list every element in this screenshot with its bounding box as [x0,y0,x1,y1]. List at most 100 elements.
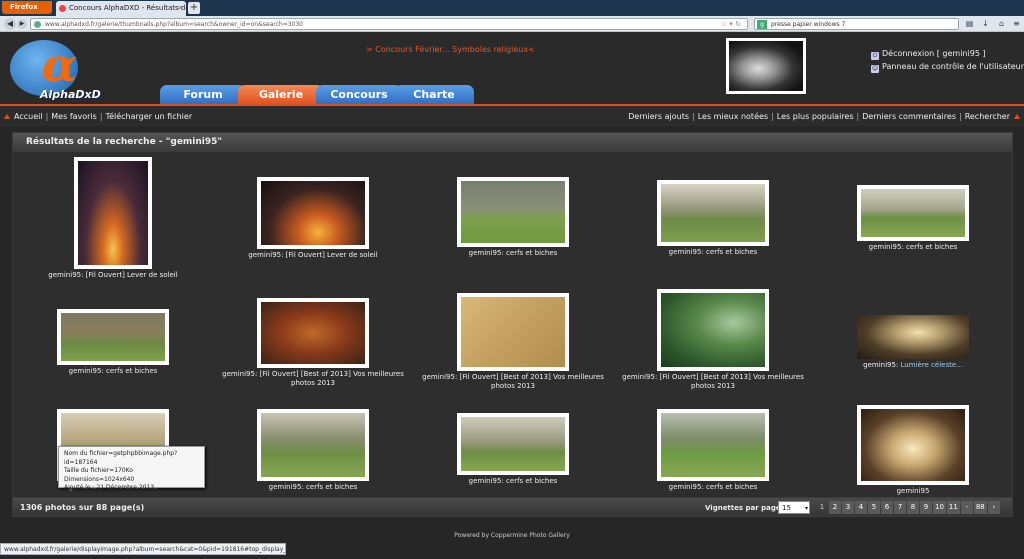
item-caption: gemini95: cerfs et biches [668,248,758,256]
page-link[interactable]: 7 [894,501,906,514]
gallery-item[interactable]: gemini95: cerfs et biches [813,185,1013,252]
thumbnail-image [661,293,765,367]
downloads-icon[interactable]: ↓ [980,19,991,29]
browser-tab[interactable]: Concours AlphaDXD - Résultats de la rec.… [56,1,186,16]
per-page-label: Vignettes par page [705,504,781,512]
triangle-right-icon [1014,114,1020,119]
status-bar: www.alphadxd.fr/galerie/displayimage.php… [0,543,286,555]
gallery-item[interactable]: gemini95: cerfs et biches [613,180,813,257]
user-links: ⏻ Déconnexion [ gemini95 ] ☺ Panneau de co… [871,47,1024,73]
site-logo[interactable]: α AlphaDxD [10,38,104,101]
control-panel-link[interactable]: ☺ Panneau de contrôle de l'utilisateur [871,60,1024,73]
thumbnail-image [261,413,365,477]
avatar-image [729,41,803,91]
page-link[interactable]: 11 [946,501,960,514]
page-link-last[interactable]: 88 [973,501,987,514]
page-gap: - [960,501,973,514]
url-bar[interactable]: www.alphadxd.fr/galerie/thumbnails.php?a… [30,18,748,30]
url-text: www.alphadxd.fr/galerie/thumbnails.php?a… [45,21,303,28]
thumbnail[interactable] [257,298,369,368]
back-icon[interactable]: ◀ [4,18,16,30]
page-link[interactable]: 10 [933,501,946,514]
thumbnail[interactable] [457,293,569,371]
control-panel-label: Panneau de contrôle de l'utilisateur [882,62,1024,71]
thumbnail[interactable] [657,180,769,246]
gallery-item[interactable]: gemini95: [Fil Ouvert] [Best of 2013] Vo… [613,289,813,391]
gallery-item[interactable]: gemini95: [Fil Ouvert] [Best of 2013] Vo… [213,298,413,388]
new-tab-button[interactable]: + [188,2,200,14]
tab-charte[interactable]: Charte [394,85,474,105]
thumbnail[interactable] [857,315,969,359]
page-link[interactable]: 2 [829,501,841,514]
gallery-item[interactable]: gemini95: [Fil Ouvert] [Best of 2013] Vo… [413,293,613,391]
menu-mieux-notees[interactable]: Les mieux notées [698,112,768,121]
menu-favoris[interactable]: Mes favoris [51,112,97,121]
pagination-bar: 1306 photos sur 88 page(s) Vignettes par… [12,497,1013,517]
gallery-item[interactable]: gemini95: cerfs et biches [13,309,213,376]
menu-derniers-commentaires[interactable]: Derniers commentaires [862,112,956,121]
logout-label: Déconnexion [ gemini95 ] [882,49,986,58]
next-page-icon[interactable]: › [987,501,1000,514]
gallery-item[interactable]: gemini95: cerfs et biches [613,409,813,492]
firefox-menu-button[interactable]: Firefox [2,1,52,14]
item-caption: gemini95: [Fil Ouvert] [Best of 2013] Vo… [422,373,604,390]
gallery-item[interactable]: gemini95 [813,405,1013,496]
thumbnail[interactable] [74,157,152,269]
gallery-item[interactable]: gemini95: cerfs et biches [413,413,613,486]
tab-galerie[interactable]: Galerie [238,85,324,105]
item-caption: gemini95: cerfs et biches [468,477,558,485]
thumbnail-image [661,184,765,242]
thumbnail[interactable] [657,289,769,371]
menu-populaires[interactable]: Les plus populaires [777,112,854,121]
per-page-value: 15 [782,504,791,512]
thumbnail[interactable] [257,409,369,481]
gallery-item[interactable]: gemini95: cerfs et biches [413,177,613,258]
menu-rechercher[interactable]: Rechercher [965,112,1010,121]
close-tab-icon[interactable]: × [177,1,183,16]
logo-alpha-symbol: α [42,38,78,92]
user-avatar[interactable] [726,38,806,94]
page-link[interactable]: 4 [855,501,867,514]
page-links: 1 2 3 4 5 6 7 8 9 10 11-88 › [816,501,1001,514]
url-actions-icons[interactable]: ☆ ▾ ↻ [721,19,741,29]
user-panel-icon: ☺ [871,65,879,73]
gallery-item[interactable]: gemini95: [Fil Ouvert] Lever de soleil [213,177,413,260]
page-link[interactable]: 3 [842,501,854,514]
page-link[interactable]: 9 [920,501,932,514]
announcement-link[interactable]: > Concours Février... Symboles religieux… [366,45,535,54]
tab-forum[interactable]: Forum [160,85,246,105]
thumbnail[interactable] [257,177,369,249]
menu-accueil[interactable]: Accueil [14,112,43,121]
thumbnail[interactable] [657,409,769,481]
gallery-item[interactable]: gemini95: [Fil Ouvert] Lever de soleil [13,157,213,280]
browser-tab-bar: Firefox Concours AlphaDXD - Résultats de… [0,0,1024,16]
menu-derniers-ajouts[interactable]: Derniers ajouts [628,112,689,121]
home-icon[interactable]: ⌂ [996,19,1007,29]
page-link[interactable]: 8 [907,501,919,514]
logout-link[interactable]: ⏻ Déconnexion [ gemini95 ] [871,47,1024,60]
powered-by[interactable]: Powered by Coppermine Photo Gallery [0,532,1024,539]
tooltip-filesize: Taille du fichier=170Ko [64,467,133,474]
tab-concours[interactable]: Concours [316,85,402,105]
thumbnail[interactable] [857,405,969,485]
site-identity-icon[interactable] [34,21,41,28]
gallery-item[interactable]: gemini95: Lumière céleste... [813,315,1013,370]
page-link[interactable]: 5 [868,501,880,514]
menu-left: Accueil | Mes favoris | Télécharger un fichi… [14,112,193,121]
logo-text: AlphaDxD [40,88,101,101]
menu-icon[interactable]: ≡ [1011,19,1022,29]
thumbnail-image [461,417,565,471]
per-page-select[interactable]: 15 ▾ [778,501,810,514]
thumbnail[interactable] [457,177,569,247]
search-input[interactable]: g presse papier windows 7 [754,18,959,30]
bookmarks-icon[interactable]: ▤ [964,19,975,29]
thumbnail[interactable] [57,309,169,365]
thumbnail[interactable] [457,413,569,475]
menu-upload[interactable]: Télécharger un fichier [106,112,193,121]
gallery-item[interactable]: gemini95: cerfs et biches [213,409,413,492]
page-link[interactable]: 6 [881,501,893,514]
search-engine-icon[interactable]: g [757,20,767,29]
thumbnail[interactable] [857,185,969,241]
forward-icon[interactable]: ▶ [17,19,27,29]
gallery-menu: Accueil | Mes favoris | Télécharger un fichi… [0,106,1024,126]
